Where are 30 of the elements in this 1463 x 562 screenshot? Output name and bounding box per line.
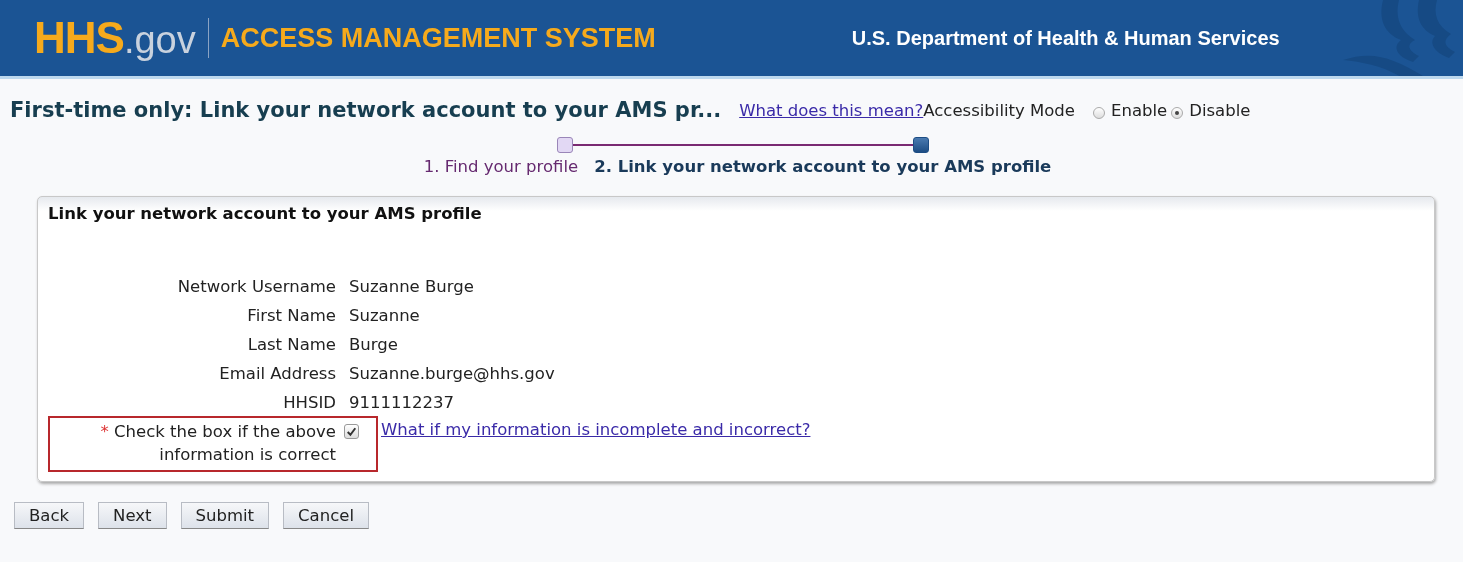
page-title: First-time only: Link your network account to your AMS pr... bbox=[10, 98, 722, 122]
action-button[interactable]: Next bbox=[98, 502, 167, 529]
field-label: Last Name bbox=[246, 334, 336, 356]
field-value: Suzanne Burge bbox=[349, 276, 475, 298]
field-label: Email Address bbox=[218, 363, 336, 385]
accessibility-label: Accessibility Mode bbox=[923, 100, 1075, 120]
field-label: Network Username bbox=[176, 276, 336, 298]
step-label: 2. Link your network account to your AMS profile bbox=[594, 157, 1052, 176]
action-button[interactable]: Cancel bbox=[283, 502, 369, 529]
confirm-label: * Check the box if the above information is correct bbox=[99, 421, 336, 466]
action-button[interactable]: Submit bbox=[180, 502, 270, 529]
panel-title: Link your network account to your AMS profile bbox=[48, 204, 483, 223]
system-name: ACCESS MANAGEMENT SYSTEM bbox=[220, 22, 656, 54]
radio-label[interactable]: Disable bbox=[1189, 100, 1251, 120]
step-label: 1. Find your profile bbox=[423, 157, 579, 176]
field-value: Suzanne.burge@hhs.gov bbox=[349, 363, 556, 385]
field-value: 9111112237 bbox=[349, 392, 455, 414]
confirm-checkbox[interactable] bbox=[344, 424, 359, 439]
help-link[interactable]: What if my information is incomplete and incorrect? bbox=[381, 418, 811, 441]
department-name: U.S. Department of Health & Human Services bbox=[851, 26, 1280, 50]
action-button[interactable]: Back bbox=[14, 502, 85, 529]
hhs-logo: HHS.gov bbox=[34, 13, 196, 63]
radio-button[interactable] bbox=[1171, 106, 1184, 119]
field-label: HHSID bbox=[282, 392, 336, 414]
help-link[interactable]: What does this mean? bbox=[739, 100, 924, 120]
field-value: Suzanne bbox=[349, 305, 421, 327]
radio-button[interactable] bbox=[1093, 106, 1105, 119]
field-label: First Name bbox=[246, 305, 336, 327]
field-value: Burge bbox=[349, 334, 399, 356]
radio-label[interactable]: Enable bbox=[1111, 100, 1168, 120]
